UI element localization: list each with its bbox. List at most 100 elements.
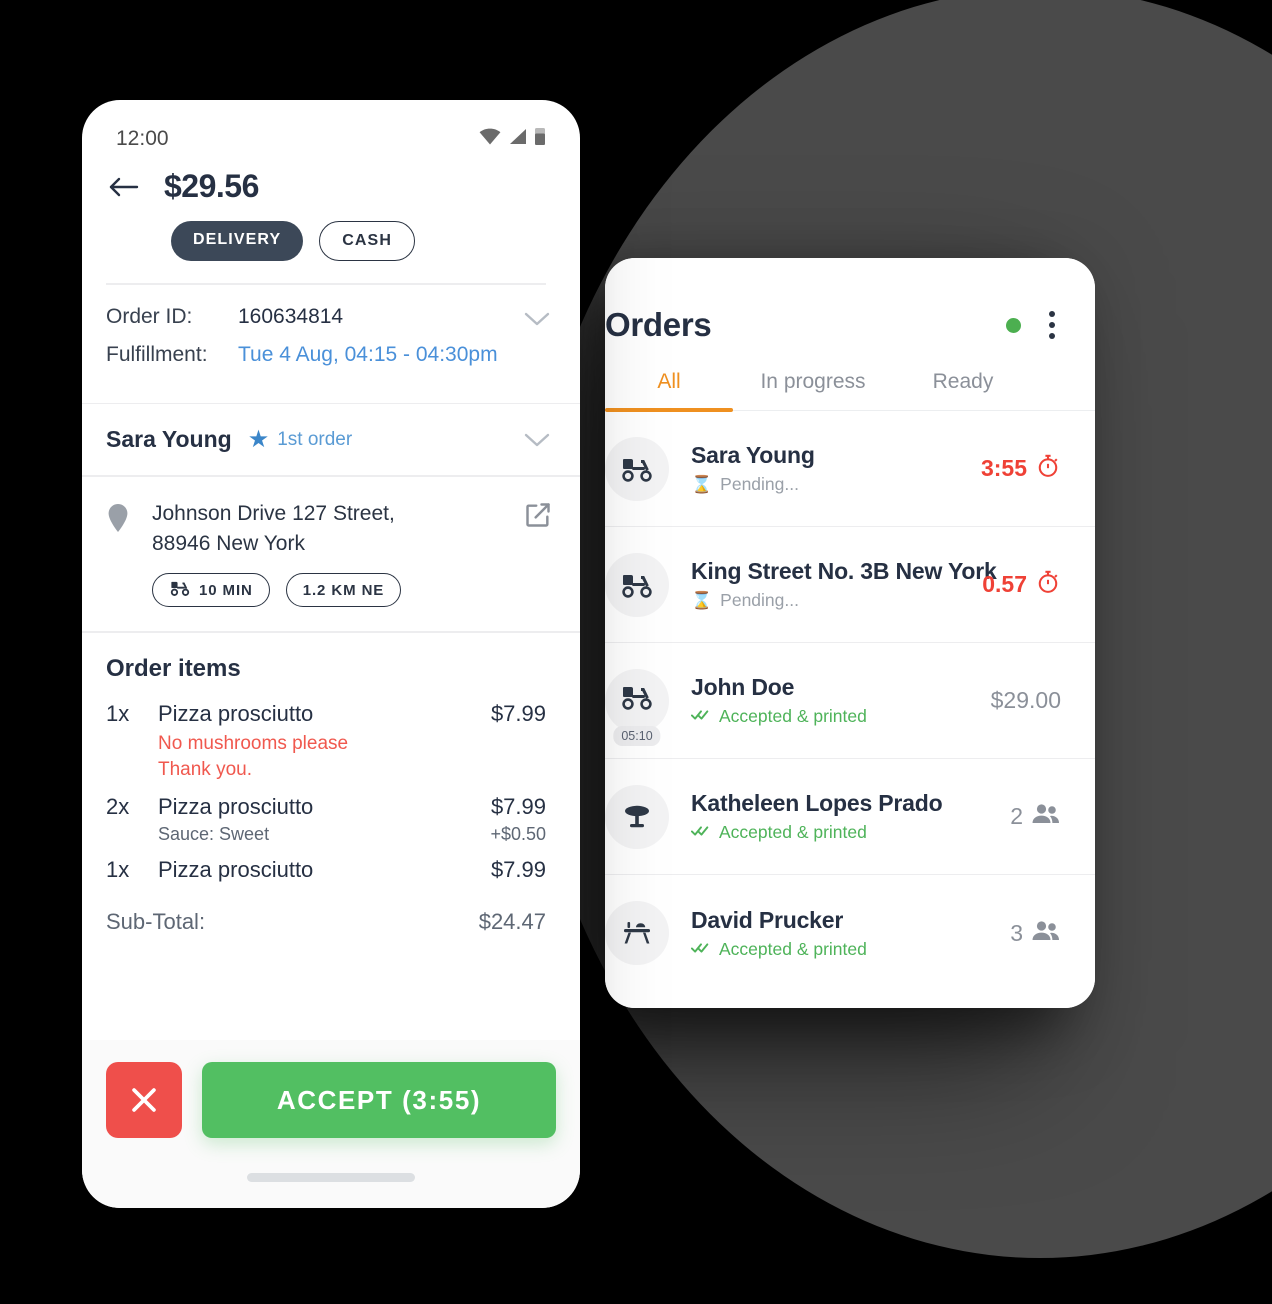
fulfillment-row: Fulfillment: Tue 4 Aug, 04:15 - 04:30pm (106, 343, 546, 367)
scooter-icon (169, 580, 191, 600)
order-avatar-wrap (605, 552, 669, 617)
address-pills: 10 MIN 1.2 KM NE (152, 573, 402, 608)
item-name: Pizza prosciutto (158, 794, 314, 820)
order-right-value: 0.57 (982, 569, 1061, 600)
order-item-row: 2x Pizza prosciutto $7.99 (106, 794, 546, 820)
order-elapsed-badge: 05:10 (613, 725, 661, 746)
order-list-item[interactable]: 05:10 John Doe Accepted & printed $29.00 (605, 643, 1095, 759)
item-option-row: Sauce: Sweet +$0.50 (158, 824, 546, 845)
chevron-down-icon[interactable] (524, 432, 550, 453)
order-info: John Doe Accepted & printed (690, 674, 991, 727)
subtotal-label: Sub-Total: (106, 909, 206, 935)
order-detail-phone-card: 12:00 $29.56 DELIVERY CASH Order ID: 160… (82, 100, 580, 1208)
item-option-price: +$0.50 (490, 824, 546, 845)
item-name: Pizza prosciutto (158, 857, 314, 883)
order-status-line: Accepted & printed (690, 822, 1010, 843)
order-customer-name: David Prucker (691, 906, 844, 933)
order-list-item[interactable]: King Street No. 3B New York ⌛ Pending...… (605, 527, 1095, 643)
item-price: $7.99 (490, 700, 546, 726)
chip-cash[interactable]: CASH (319, 221, 415, 261)
item-note: No mushrooms please Thank you. (158, 732, 349, 780)
battery-icon (534, 127, 546, 151)
scooter-icon (605, 436, 669, 501)
status-bar-time: 12:00 (116, 127, 169, 150)
order-info: Katheleen Lopes Prado Accepted & printed (690, 790, 1010, 843)
customer-section[interactable]: Sara Young ★ 1st order (82, 404, 580, 475)
order-amount-value: $29.00 (990, 687, 1061, 713)
wifi-icon (479, 128, 501, 150)
order-status-text: Accepted & printed (719, 938, 867, 959)
order-status-text: Accepted & printed (719, 706, 867, 726)
order-customer-name: King Street No. 3B New York (691, 558, 997, 584)
order-status-line: Accepted & printed (690, 706, 991, 727)
order-customer-name: Sara Young (691, 442, 815, 468)
item-option-name: Sauce: Sweet (158, 824, 270, 845)
order-list-item[interactable]: David Prucker Accepted & printed 3 (605, 875, 1095, 991)
order-meta-section[interactable]: Order ID: 160634814 Fulfillment: Tue 4 A… (82, 285, 580, 403)
pill-distance-label: 1.2 KM NE (302, 581, 385, 599)
order-avatar-wrap (605, 784, 669, 849)
pill-eta-label: 10 MIN (199, 581, 253, 599)
tab-all[interactable]: All (605, 354, 733, 412)
kebab-menu-icon[interactable] (1049, 311, 1055, 339)
order-list-item[interactable]: Sara Young ⌛ Pending... 3:55 (605, 411, 1095, 527)
item-qty: 2x (106, 794, 130, 820)
accept-button[interactable]: ACCEPT (3:55) (202, 1062, 556, 1138)
pill-eta: 10 MIN (152, 573, 270, 608)
order-status-text: Pending... (720, 474, 799, 494)
order-list-item[interactable]: Katheleen Lopes Prado Accepted & printed… (605, 759, 1095, 875)
location-pin-icon (106, 499, 136, 608)
cancel-button[interactable] (106, 1062, 182, 1138)
order-avatar-wrap (605, 901, 669, 965)
order-item-row: 1x Pizza prosciutto $7.99 (106, 701, 546, 727)
picnic-table-icon (605, 901, 669, 965)
tab-in-progress[interactable]: In progress (733, 354, 893, 410)
chevron-down-icon[interactable] (524, 311, 550, 332)
online-status-dot (1006, 317, 1021, 333)
item-name: Pizza prosciutto (158, 700, 314, 726)
cellular-signal-icon (508, 128, 527, 150)
subtotal-value: $24.47 (478, 909, 546, 935)
header-top-row: $29.56 (106, 168, 546, 205)
dining-table-icon (605, 784, 669, 849)
order-right-value: 3 (1010, 920, 1061, 947)
screenshot-stage: Orders All In progress Ready Sara Young … (0, 0, 1272, 1304)
item-qty: 1x (106, 700, 130, 726)
customer-name: Sara Young (106, 426, 232, 452)
order-right-value: 3:55 (981, 453, 1061, 484)
back-arrow-icon[interactable] (106, 169, 142, 205)
order-info: Sara Young ⌛ Pending... (691, 442, 981, 495)
order-status-line: Accepted & printed (690, 938, 1010, 960)
external-link-icon[interactable] (524, 501, 552, 534)
order-timer-value: 0.57 (982, 571, 1027, 597)
fulfillment-label: Fulfillment: (106, 342, 208, 366)
hourglass-icon: ⌛ (691, 590, 713, 610)
order-avatar-wrap: 05:10 (605, 668, 669, 746)
subtotal-row: Sub-Total: $24.47 (106, 909, 546, 935)
order-status-line: ⌛ Pending... (691, 474, 981, 495)
double-check-icon (690, 939, 711, 960)
order-id-row: Order ID: 160634814 (106, 305, 546, 329)
customer-order-badge: 1st order (277, 428, 353, 450)
scooter-icon (605, 552, 669, 617)
order-right-value: 2 (1010, 803, 1061, 830)
order-timer-value: 3:55 (980, 455, 1027, 481)
order-avatar-wrap (605, 436, 669, 501)
item-price: $7.99 (490, 857, 546, 883)
status-bar: 12:00 (82, 100, 580, 158)
tab-ready[interactable]: Ready (893, 354, 1033, 410)
order-info: King Street No. 3B New York ⌛ Pending... (691, 558, 997, 611)
order-status-text: Accepted & printed (719, 822, 867, 842)
orders-panel-card: Orders All In progress Ready Sara Young … (605, 258, 1095, 1008)
order-guest-count: 2 (1010, 803, 1023, 829)
chip-delivery[interactable]: DELIVERY (171, 221, 304, 261)
fulfillment-value[interactable]: Tue 4 Aug, 04:15 - 04:30pm (238, 343, 498, 367)
address-line-2: 88946 New York (152, 531, 305, 555)
order-customer-name: John Doe (691, 674, 795, 700)
status-bar-icons (479, 127, 546, 151)
order-id-label: Order ID: (106, 304, 193, 328)
stopwatch-icon (1035, 453, 1061, 484)
order-items-title: Order items (106, 654, 241, 682)
order-info: David Prucker Accepted & printed (690, 906, 1010, 960)
pill-distance: 1.2 KM NE (285, 573, 402, 608)
